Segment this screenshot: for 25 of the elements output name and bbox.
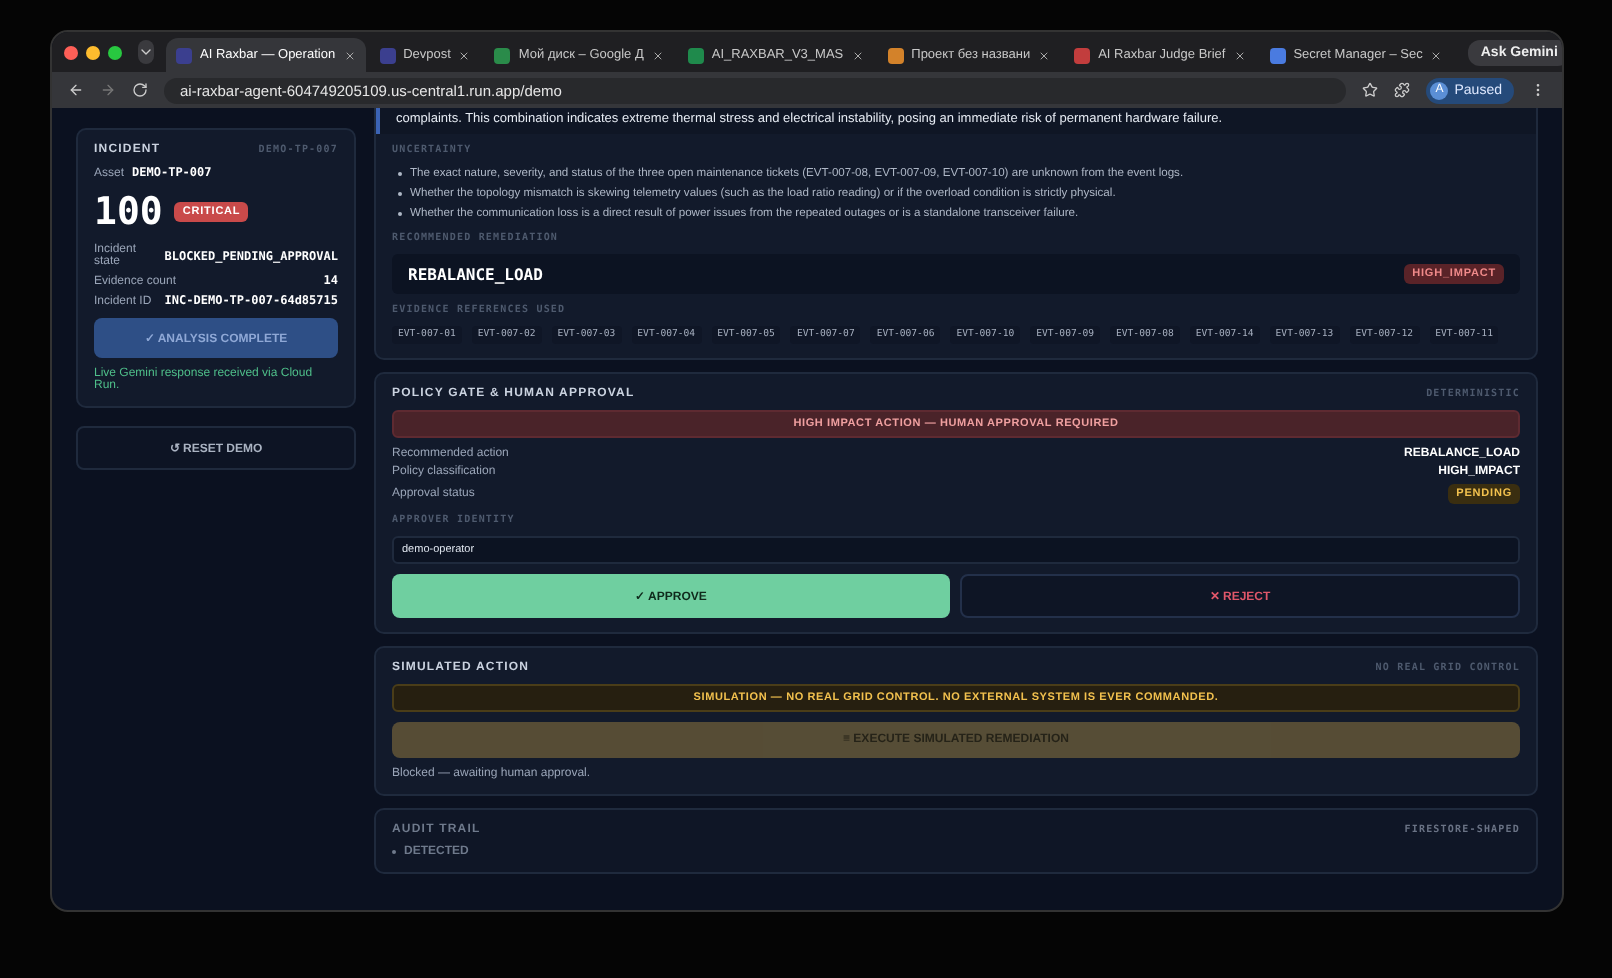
site-icon [494,47,511,63]
risk-score: 100 [94,190,163,234]
site-icon [887,47,904,63]
close-window-icon[interactable] [64,45,78,59]
site-icon [1074,47,1091,63]
minimize-window-icon[interactable] [86,45,100,59]
reload-icon[interactable] [132,82,148,98]
close-tab-icon[interactable] [1233,49,1246,61]
extensions-icon[interactable] [1394,82,1411,98]
site-icon [176,47,192,63]
forward-icon[interactable] [100,82,116,98]
close-tab-icon[interactable] [1430,49,1443,61]
site-icon [687,47,704,63]
close-tab-icon[interactable] [1038,49,1051,61]
close-tab-icon[interactable] [851,49,864,61]
star-icon[interactable] [1362,82,1379,98]
tab-list-icon[interactable] [138,44,154,60]
close-tab-icon[interactable] [651,49,664,61]
close-tab-icon[interactable] [458,49,471,61]
remediation-action: REBALANCE_LOAD [408,265,543,283]
site-icon [379,47,396,63]
maximize-window-icon[interactable] [108,45,122,59]
close-tab-icon[interactable] [343,49,356,61]
back-icon[interactable] [68,82,84,98]
site-icon [1269,47,1286,63]
